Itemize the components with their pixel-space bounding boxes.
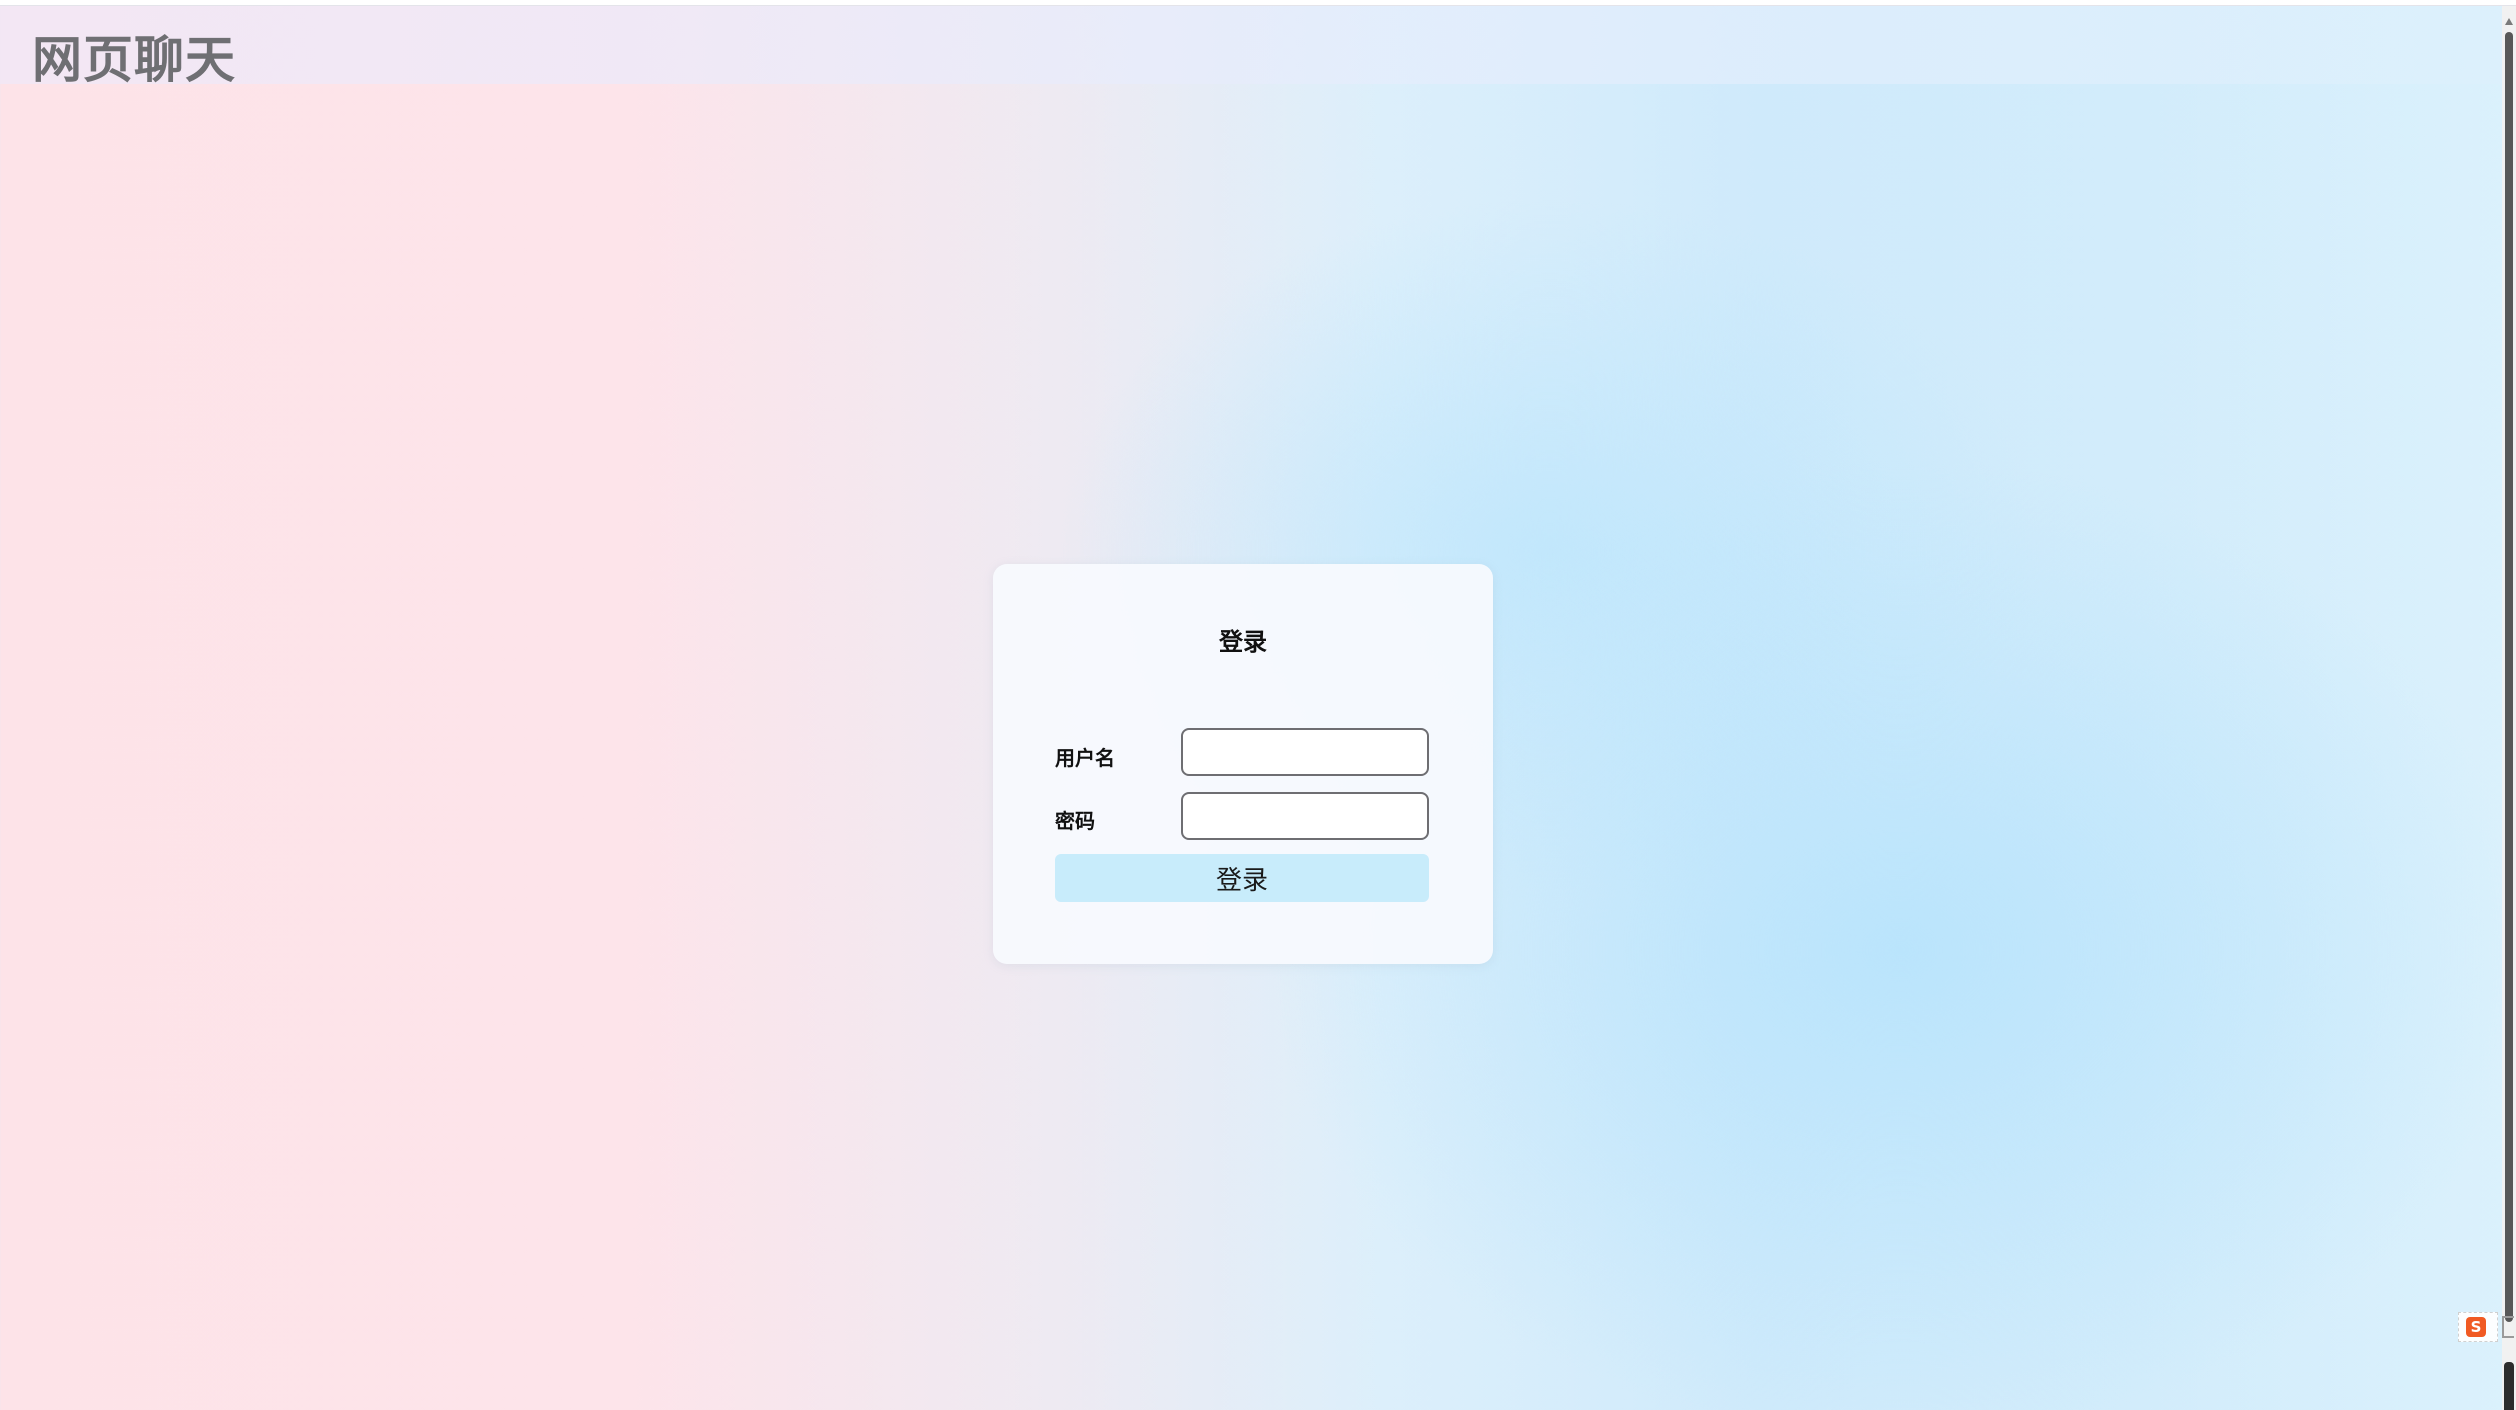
expand-icon[interactable]: [2502, 1316, 2514, 1338]
login-heading: 登录: [1219, 628, 1267, 656]
scrollbar-thumb[interactable]: [2505, 32, 2513, 1322]
ime-toolbar[interactable]: S: [2458, 1312, 2498, 1342]
password-input[interactable]: [1181, 792, 1429, 840]
username-input[interactable]: [1181, 728, 1429, 776]
page-scrollbar[interactable]: [2502, 6, 2516, 1410]
password-label: 密码: [1055, 809, 1095, 833]
login-card: 登录 用户名 密码 登录: [993, 564, 1493, 964]
username-label: 用户名: [1055, 746, 1115, 770]
login-button[interactable]: 登录: [1055, 854, 1429, 902]
scrollbar-bottom-handle[interactable]: [2504, 1362, 2514, 1410]
scroll-up-arrow-icon[interactable]: [2505, 18, 2513, 25]
ime-logo-icon[interactable]: S: [2466, 1317, 2486, 1337]
app-header: 网页聊天: [0, 6, 2502, 89]
app-title: 网页聊天: [32, 31, 236, 89]
